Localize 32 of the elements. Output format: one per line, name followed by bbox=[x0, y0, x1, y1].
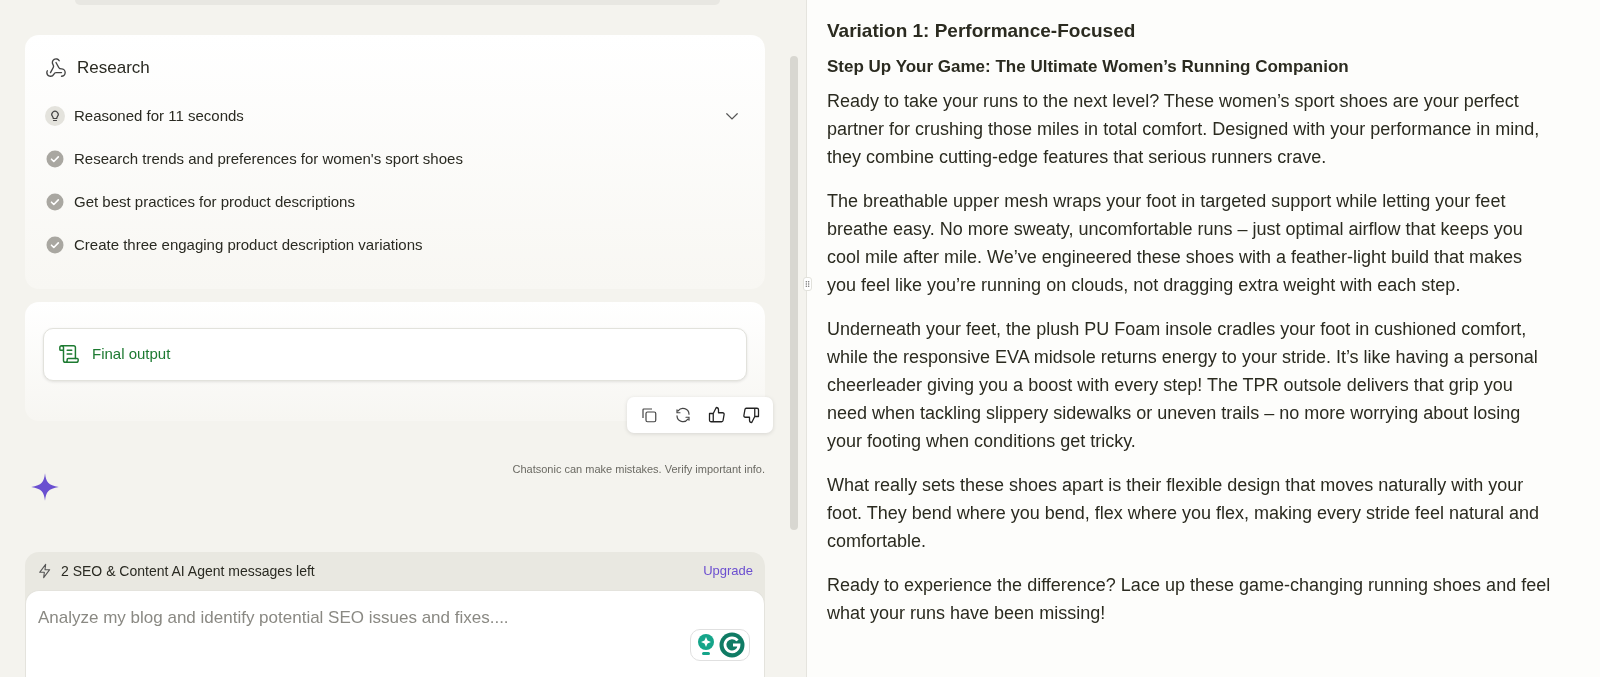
webhook-icon bbox=[45, 56, 67, 79]
bulb-icon bbox=[695, 632, 717, 658]
lightning-icon bbox=[37, 562, 53, 580]
quota-text: 2 SEO & Content AI Agent messages left bbox=[61, 561, 315, 581]
reasoning-status: Reasoned for 11 seconds bbox=[74, 105, 244, 126]
research-step: Create three engaging product description variations bbox=[74, 233, 423, 257]
upgrade-link[interactable]: Upgrade bbox=[703, 561, 753, 581]
writing-assistant-widget[interactable] bbox=[690, 629, 750, 661]
message-input[interactable]: Analyze my blog and identify potential SEO issues and fixes.... bbox=[26, 591, 764, 677]
scroll-icon bbox=[58, 343, 80, 365]
disclaimer-text: Chatsonic can make mistakes. Verify important info. bbox=[511, 461, 765, 477]
check-circle-icon bbox=[45, 235, 65, 255]
refresh-icon bbox=[674, 405, 692, 424]
paragraph: What really sets these shoes apart is their flexible design that moves naturally with your foot. They bend where you bend, flex where you flex, making every stride feel natural and comfortable. bbox=[827, 474, 1541, 554]
paragraph: Underneath your feet, the plush PU Foam insole cradles your foot in cushioned comfort, while the responsive EVA midsole returns energy to your stride. It’s like having a personal cheerleader giving you a boost with every step! The TPR outsole delivers that grip you need when tackling slippery sidewalks or uneven trails – no more worrying about losing your footing when conditions get tricky. bbox=[827, 318, 1539, 454]
research-title: Research bbox=[77, 57, 150, 79]
scrollbar-thumb[interactable] bbox=[790, 56, 798, 530]
copy-icon bbox=[640, 405, 658, 424]
paragraph: Ready to take your runs to the next level? These women’s sport shoes are your perfect partner for crushing those miles in total comfort. Designed with your performance in mind, they combine cutting-edge features that serious runners crave. bbox=[827, 90, 1541, 170]
research-step: Get best practices for product descriptions bbox=[74, 190, 355, 214]
check-circle-icon bbox=[45, 192, 65, 212]
document-heading: Variation 1: Performance-Focused bbox=[827, 20, 1137, 43]
thumbs-down-icon bbox=[742, 405, 760, 424]
final-output-button[interactable]: Final output bbox=[43, 327, 747, 381]
paragraph: Ready to experience the difference? Lace up these game-changing running shoes and feel what your runs have been missing! bbox=[827, 574, 1552, 626]
check-circle-icon bbox=[45, 149, 65, 169]
lightbulb-icon bbox=[45, 106, 65, 126]
paragraph: The breathable upper mesh wraps your foot in targeted support while letting your feet breathe easy. No more sweaty, uncomfortable runs – just optimal airflow that keeps you cool mile after mile. We’ve engineered these shoes with a feather-light build that makes you feel like you’re running on clouds, not dragging extra weight with each step. bbox=[827, 190, 1524, 298]
research-step: Research trends and preferences for women's sport shoes bbox=[74, 147, 463, 171]
assistant-logo-icon bbox=[719, 632, 745, 658]
thumbs-up-icon bbox=[708, 405, 726, 424]
document-subheading: Step Up Your Game: The Ultimate Women’s Running Companion bbox=[827, 56, 1350, 78]
